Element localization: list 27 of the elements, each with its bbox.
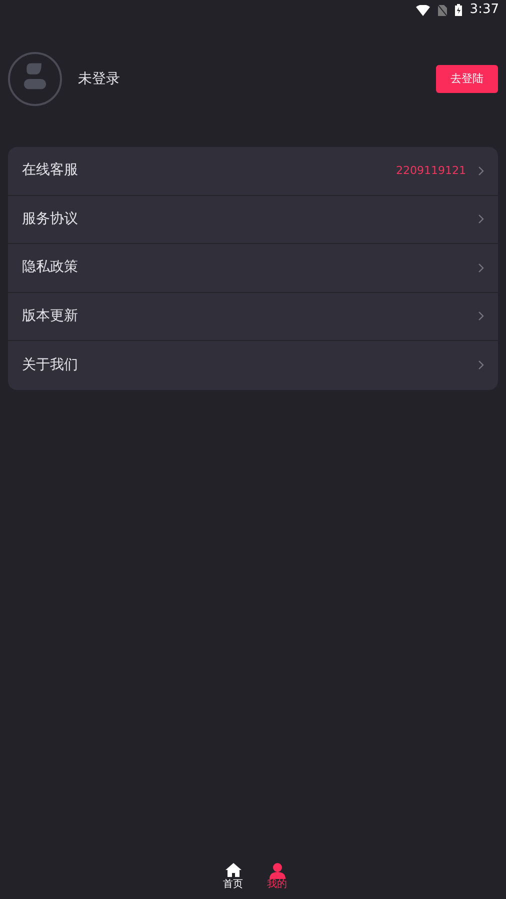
login-button[interactable]: 去登陆 — [436, 65, 498, 93]
tab[interactable]: 我的 — [267, 863, 287, 891]
no-sim-icon — [438, 4, 447, 16]
menu-item[interactable]: 隐私政策 — [8, 244, 498, 292]
menu-item[interactable]: 版本更新 — [8, 292, 498, 341]
chevron-icon — [478, 360, 484, 370]
tab[interactable]: 首页 — [223, 863, 243, 891]
login-status: 未登录 — [78, 70, 120, 88]
battery-icon — [454, 4, 462, 16]
clock: 3:37 — [470, 1, 499, 20]
menu-label: 服务协议 — [22, 210, 78, 229]
chevron-icon — [478, 214, 484, 224]
menu-label: 在线客服 — [22, 161, 78, 180]
menu-item[interactable]: 在线客服 2209119121 — [8, 147, 498, 196]
chevron-icon — [478, 311, 484, 322]
phone-number: 2209119121 — [396, 162, 466, 178]
chevron-icon — [478, 262, 484, 273]
menu-item[interactable]: 服务协议 — [8, 196, 498, 244]
menu-label: 隐私政策 — [22, 258, 78, 278]
menu-item[interactable]: 关于我们 — [8, 341, 498, 390]
chevron-icon — [478, 166, 484, 176]
wifi-icon — [416, 4, 430, 16]
home-icon — [224, 863, 242, 879]
menu-label: 关于我们 — [22, 356, 78, 375]
menu-label: 版本更新 — [22, 306, 78, 326]
avatar-icon — [8, 52, 62, 106]
person-icon — [268, 863, 286, 879]
